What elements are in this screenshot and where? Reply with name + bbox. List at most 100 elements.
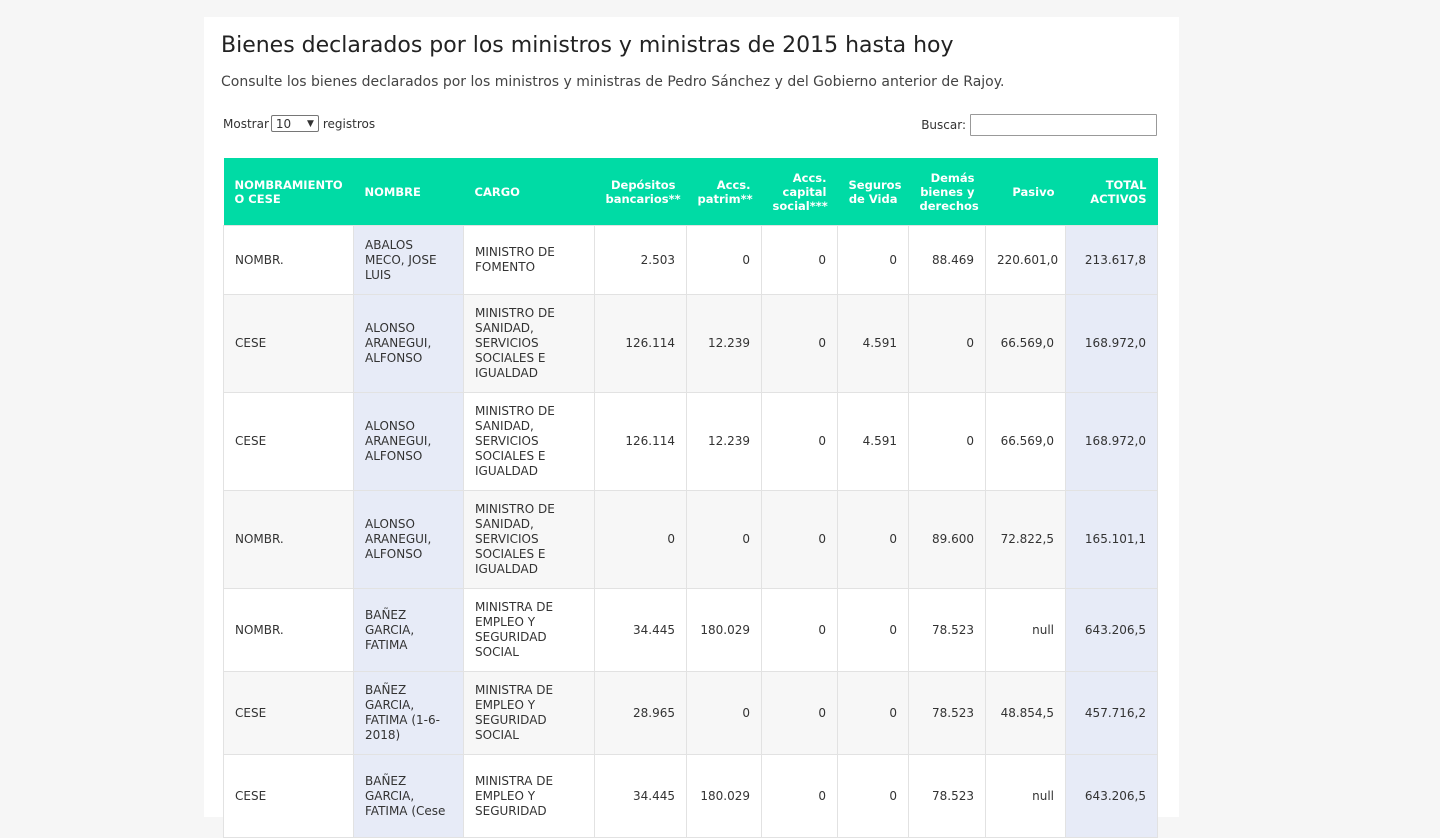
- table-cell: 643.206,5: [1065, 588, 1158, 672]
- table-cell: 89.600: [908, 490, 986, 589]
- table-cell: 213.617,8: [1065, 225, 1158, 295]
- table-cell: 126.114: [594, 392, 687, 491]
- table-cell: MINISTRA DE EMPLEO Y SEGURIDAD SOCIAL: [463, 671, 595, 755]
- column-header[interactable]: NOMBRE: [353, 158, 464, 226]
- table-cell: 4.591: [837, 294, 909, 393]
- table-cell: 0: [761, 225, 838, 295]
- table-cell: MINISTRO DE SANIDAD, SERVICIOS SOCIALES …: [463, 490, 595, 589]
- column-header[interactable]: Demás bienes y derechos: [908, 158, 986, 226]
- table-cell: 34.445: [594, 588, 687, 672]
- table-cell: 0: [837, 588, 909, 672]
- table-cell: 0: [761, 754, 838, 838]
- table-cell: 220.601,0: [985, 225, 1066, 295]
- table-cell: 168.972,0: [1065, 392, 1158, 491]
- length-control: Mostrar 10 ▼ registros: [223, 115, 375, 132]
- table-cell: 0: [686, 671, 762, 755]
- table-cell: 126.114: [594, 294, 687, 393]
- main-card: Bienes declarados por los ministros y mi…: [204, 17, 1179, 838]
- search-control: Buscar:: [921, 114, 1157, 136]
- table-cell: CESE: [223, 294, 354, 393]
- table-cell: NOMBR.: [223, 225, 354, 295]
- table-row: NOMBR. ABALOS MECO, JOSE LUIS MINISTRO D…: [223, 225, 1158, 295]
- table-cell: NOMBR.: [223, 490, 354, 589]
- table-cell: MINISTRO DE SANIDAD, SERVICIOS SOCIALES …: [463, 392, 595, 491]
- table-cell: 12.239: [686, 294, 762, 393]
- table-cell: BAÑEZ GARCIA, FATIMA (1-6-2018): [353, 671, 464, 755]
- table-row: CESE BAÑEZ GARCIA, FATIMA (1-6-2018) MIN…: [223, 671, 1158, 755]
- table-row: CESE ALONSO ARANEGUI, ALFONSO MINISTRO D…: [223, 392, 1158, 491]
- search-label: Buscar:: [921, 118, 966, 132]
- length-select[interactable]: 10 ▼: [270, 115, 319, 132]
- column-header[interactable]: Seguros de Vida: [837, 158, 909, 226]
- table-row: CESE BAÑEZ GARCIA, FATIMA (Cese MINISTRA…: [223, 754, 1158, 838]
- chevron-down-icon: ▼: [306, 118, 314, 129]
- table-cell: BAÑEZ GARCIA, FATIMA: [353, 588, 464, 672]
- length-prefix-label: Mostrar: [223, 116, 269, 131]
- column-header[interactable]: Pasivo: [985, 158, 1066, 226]
- table-cell: 0: [908, 294, 986, 393]
- column-header[interactable]: Accs. capital social***: [761, 158, 838, 226]
- table-cell: 0: [761, 671, 838, 755]
- table-cell: 0: [837, 490, 909, 589]
- table-cell: 28.965: [594, 671, 687, 755]
- table-cell: 0: [761, 588, 838, 672]
- column-header[interactable]: NOMBRAMIENTO O CESE: [223, 158, 354, 226]
- table-cell: 78.523: [908, 754, 986, 838]
- table-cell: 0: [908, 392, 986, 491]
- table-cell: 78.523: [908, 588, 986, 672]
- table-cell: 165.101,1: [1065, 490, 1158, 589]
- table-cell: 0: [761, 294, 838, 393]
- table-cell: 180.029: [686, 588, 762, 672]
- column-header[interactable]: Accs. patrim**: [686, 158, 762, 226]
- search-input[interactable]: [970, 114, 1157, 136]
- table-cell: 12.239: [686, 392, 762, 491]
- table-cell: 643.206,5: [1065, 754, 1158, 838]
- table-cell: 34.445: [594, 754, 687, 838]
- table-cell: 180.029: [686, 754, 762, 838]
- table-cell: 66.569,0: [985, 294, 1066, 393]
- length-suffix-label: registros: [322, 116, 376, 131]
- table-row: NOMBR. BAÑEZ GARCIA, FATIMA MINISTRA DE …: [223, 588, 1158, 672]
- table-cell: null: [985, 588, 1066, 672]
- table-cell: ALONSO ARANEGUI, ALFONSO: [353, 490, 464, 589]
- table-cell: 457.716,2: [1065, 671, 1158, 755]
- column-header[interactable]: Depósitos bancarios**: [594, 158, 687, 226]
- table-cell: 0: [837, 671, 909, 755]
- length-select-value: 10: [275, 116, 292, 131]
- table-cell: 88.469: [908, 225, 986, 295]
- table-cell: 2.503: [594, 225, 687, 295]
- table-cell: null: [985, 754, 1066, 838]
- table-cell: 0: [761, 392, 838, 491]
- table-cell: 72.822,5: [985, 490, 1066, 589]
- table-cell: 168.972,0: [1065, 294, 1158, 393]
- table-cell: CESE: [223, 754, 354, 838]
- page-subtitle: Consulte los bienes declarados por los m…: [221, 74, 1005, 90]
- table-cell: NOMBR.: [223, 588, 354, 672]
- table-cell: MINISTRA DE EMPLEO Y SEGURIDAD: [463, 754, 595, 838]
- table-cell: BAÑEZ GARCIA, FATIMA (Cese: [353, 754, 464, 838]
- table-cell: 0: [594, 490, 687, 589]
- table-cell: 0: [837, 754, 909, 838]
- table-cell: CESE: [223, 392, 354, 491]
- table-cell: MINISTRO DE SANIDAD, SERVICIOS SOCIALES …: [463, 294, 595, 393]
- table-cell: 66.569,0: [985, 392, 1066, 491]
- table-cell: 0: [837, 225, 909, 295]
- table-cell: 0: [686, 490, 762, 589]
- table-cell: 4.591: [837, 392, 909, 491]
- table-header-row: NOMBRAMIENTO O CESE NOMBRE CARGO Depósit…: [223, 158, 1158, 226]
- table-row: CESE ALONSO ARANEGUI, ALFONSO MINISTRO D…: [223, 294, 1158, 393]
- table-cell: 0: [761, 490, 838, 589]
- table-cell: MINISTRO DE FOMENTO: [463, 225, 595, 295]
- data-table: NOMBRAMIENTO O CESE NOMBRE CARGO Depósit…: [223, 158, 1158, 838]
- table-cell: 78.523: [908, 671, 986, 755]
- table-cell: ALONSO ARANEGUI, ALFONSO: [353, 392, 464, 491]
- table-cell: MINISTRA DE EMPLEO Y SEGURIDAD SOCIAL: [463, 588, 595, 672]
- table-cell: 0: [686, 225, 762, 295]
- column-header[interactable]: CARGO: [463, 158, 595, 226]
- column-header[interactable]: TOTAL ACTIVOS: [1065, 158, 1158, 226]
- page-title: Bienes declarados por los ministros y mi…: [221, 33, 954, 58]
- table-cell: CESE: [223, 671, 354, 755]
- table-row: NOMBR. ALONSO ARANEGUI, ALFONSO MINISTRO…: [223, 490, 1158, 589]
- table-cell: 48.854,5: [985, 671, 1066, 755]
- table-cell: ABALOS MECO, JOSE LUIS: [353, 225, 464, 295]
